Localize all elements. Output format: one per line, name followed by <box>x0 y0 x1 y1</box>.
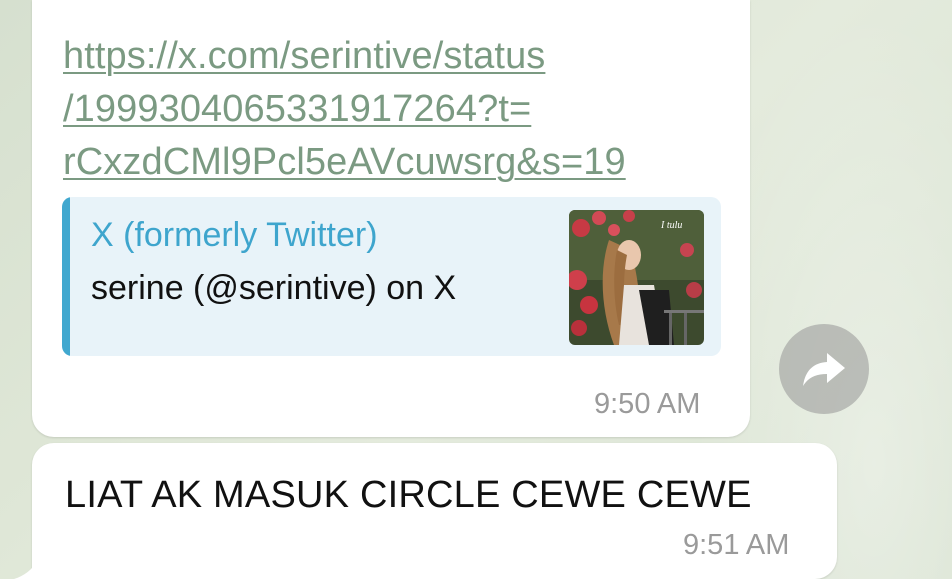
bubble-tail <box>14 560 38 579</box>
message-link[interactable]: https://x.com/serintive/status /19993040… <box>63 30 733 189</box>
forward-button[interactable] <box>779 324 869 414</box>
message-timestamp: 9:51 AM <box>683 529 790 561</box>
thumbnail-image: I tulu <box>569 210 704 345</box>
preview-accent-bar <box>62 197 70 356</box>
preview-title: serine (@serintive) on X <box>91 269 457 307</box>
message-timestamp: 9:50 AM <box>594 388 701 420</box>
thumbnail-caption: I tulu <box>660 220 682 231</box>
forward-arrow-icon <box>803 353 845 386</box>
link-preview-card[interactable]: X (formerly Twitter) serine (@serintive)… <box>62 197 721 356</box>
preview-thumbnail[interactable]: I tulu <box>569 210 704 345</box>
preview-site-name: X (formerly Twitter) <box>91 216 378 254</box>
message-text: LIAT AK MASUK CIRCLE CEWE CEWE <box>65 474 752 516</box>
